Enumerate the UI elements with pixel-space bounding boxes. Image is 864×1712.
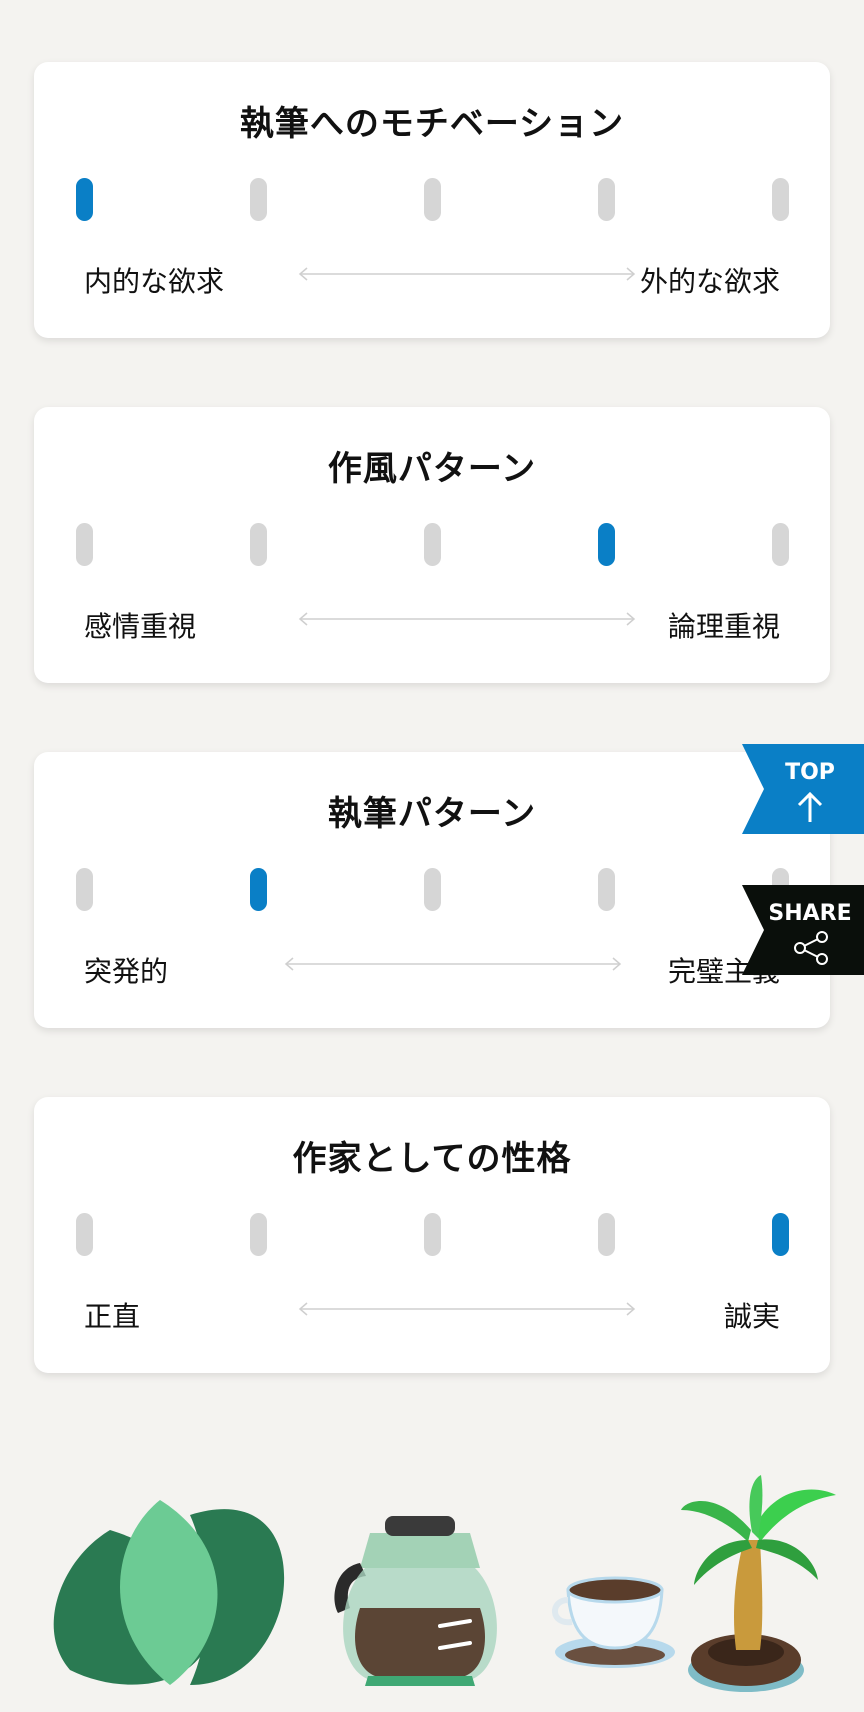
arrow-up-icon	[797, 791, 823, 822]
left-label: 正直	[84, 1300, 141, 1333]
scale-step-4	[598, 178, 615, 221]
style-card: 作風パターン 感情重視 論理重視	[34, 407, 830, 683]
motivation-card: 執筆へのモチベーション 内的な欲求 外的な欲求	[34, 62, 830, 338]
scale-step-3	[424, 868, 441, 911]
share-icon	[794, 931, 828, 965]
double-arrow-icon	[298, 612, 636, 626]
scale-step-3	[424, 1213, 441, 1256]
writing-pattern-card: 執筆パターン 突発的 完璧主義	[34, 752, 830, 1028]
scale-row	[76, 178, 789, 222]
scale-step-2	[250, 523, 267, 566]
right-label: 外的な欲求	[639, 265, 780, 298]
scale-row	[76, 523, 789, 567]
right-label: 論理重視	[667, 610, 780, 643]
scale-step-1	[76, 1213, 93, 1256]
card-title: 執筆パターン	[327, 794, 537, 834]
scale-step-4	[598, 868, 615, 911]
leaf-illustration	[53, 1500, 285, 1685]
scale-row	[76, 1213, 789, 1257]
left-label: 内的な欲求	[84, 265, 225, 298]
double-arrow-icon	[298, 267, 636, 281]
card-title: 執筆へのモチベーション	[239, 104, 625, 144]
scale-step-2	[250, 868, 267, 911]
scale-step-5	[772, 523, 789, 566]
card-title: 作家としての性格	[292, 1139, 572, 1179]
personality-card: 作家としての性格 正直 誠実	[34, 1097, 830, 1373]
coffee-cup-illustration	[552, 1576, 675, 1668]
scale-step-3	[424, 523, 441, 566]
scale-step-2	[250, 178, 267, 221]
top-label: TOP	[785, 760, 835, 785]
left-label: 突発的	[84, 955, 169, 988]
scale-step-1	[76, 868, 93, 911]
double-arrow-icon	[298, 1302, 636, 1316]
scale-step-2	[250, 1213, 267, 1256]
scale-step-3	[424, 178, 441, 221]
scale-step-1	[76, 178, 93, 221]
scale-step-5	[772, 1213, 789, 1256]
scale-step-5	[772, 178, 789, 221]
scale-step-4	[598, 1213, 615, 1256]
coffee-pot-illustration	[334, 1516, 497, 1686]
scale-step-4	[598, 523, 615, 566]
right-label: 誠実	[723, 1300, 780, 1333]
top-button[interactable]: TOP	[742, 744, 864, 834]
card-title: 作風パターン	[327, 449, 537, 489]
share-button[interactable]: SHARE	[742, 885, 864, 975]
scale-row	[76, 868, 789, 912]
scale-step-1	[76, 523, 93, 566]
palm-plant-illustration	[681, 1475, 836, 1692]
share-label: SHARE	[768, 901, 852, 926]
double-arrow-icon	[284, 957, 622, 971]
left-label: 感情重視	[84, 610, 197, 643]
